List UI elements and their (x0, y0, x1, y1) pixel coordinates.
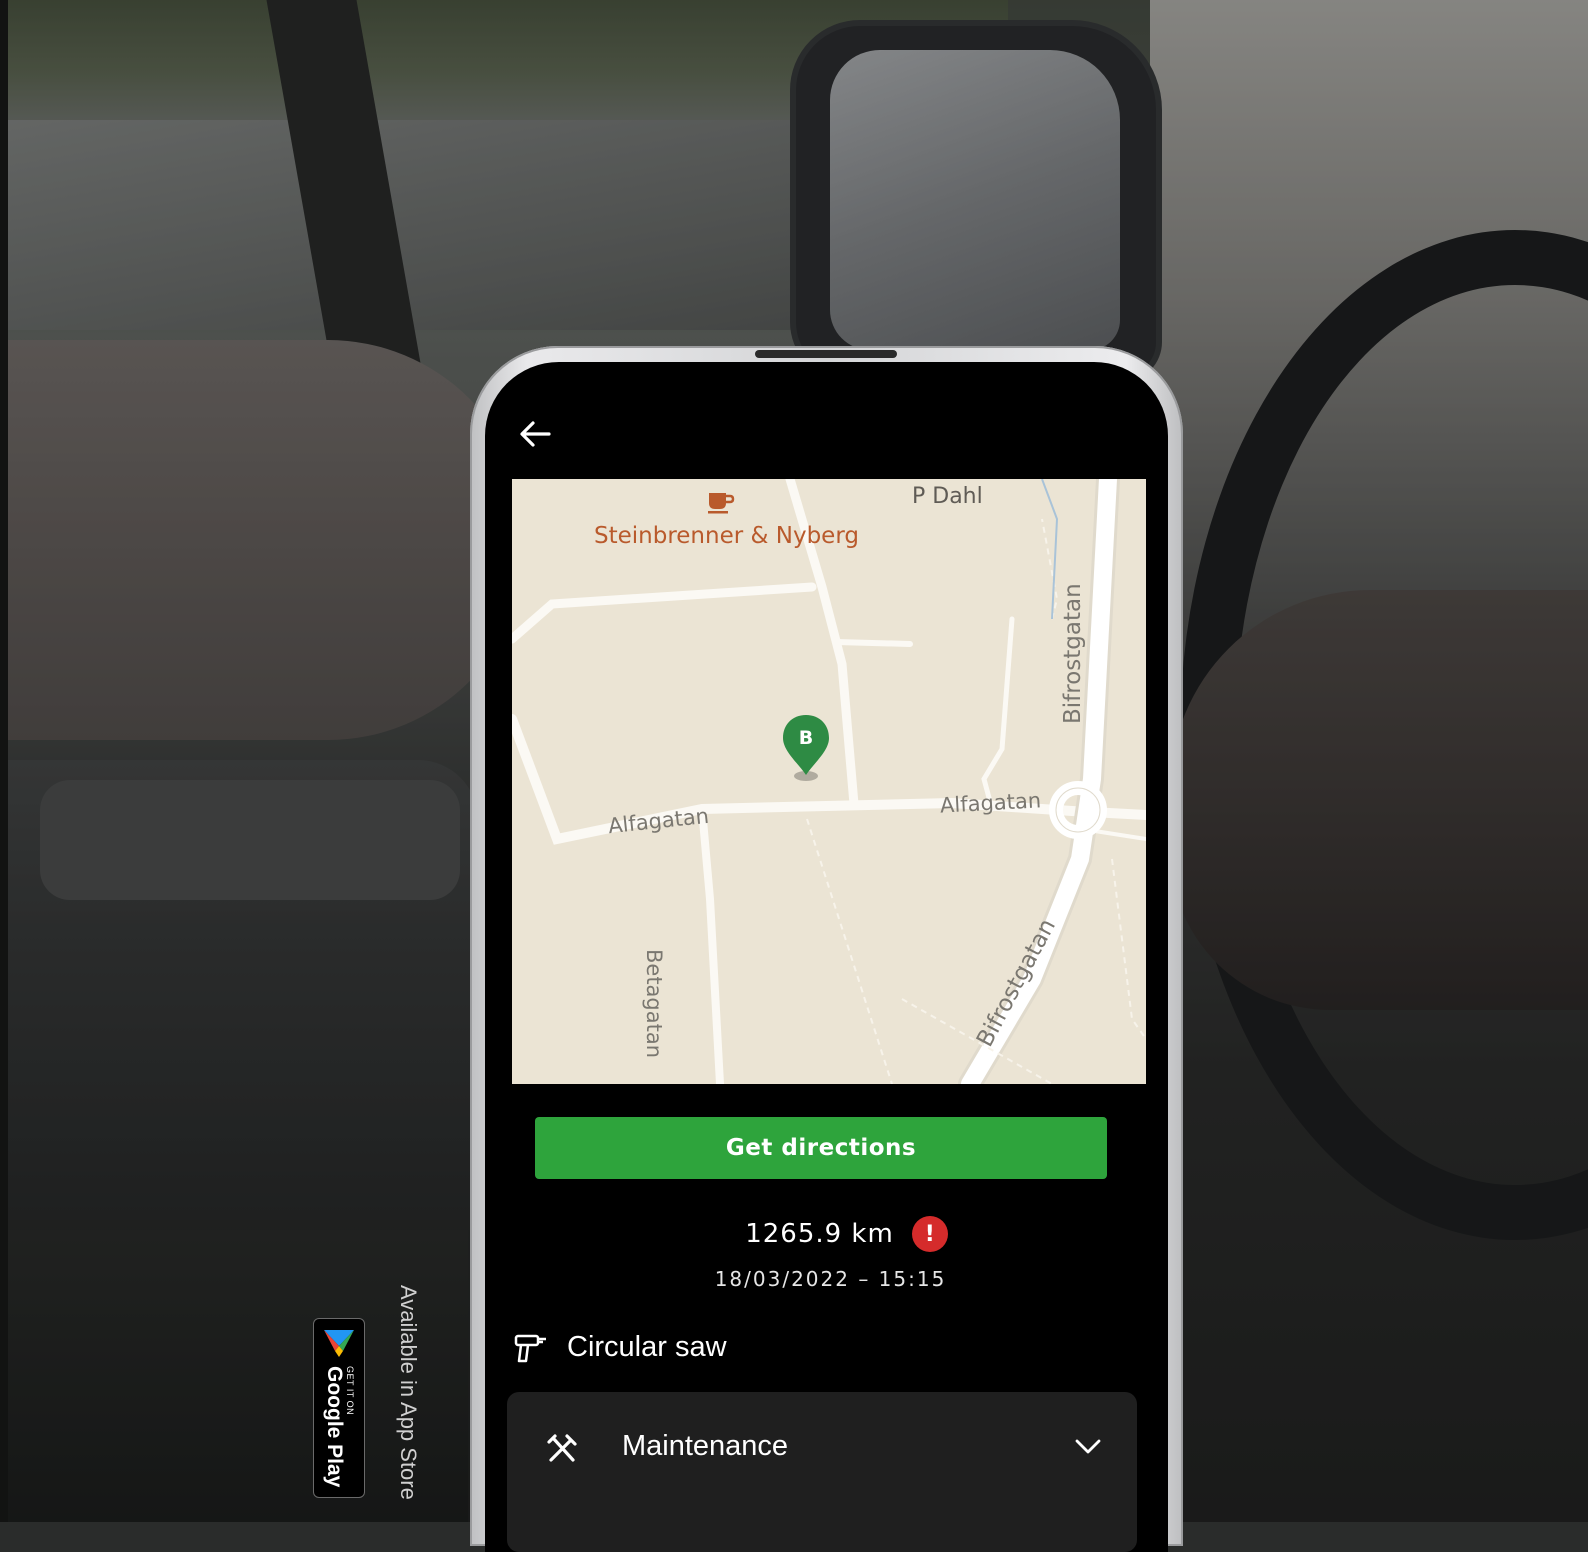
google-play-badge[interactable]: GET IT ON Google Play (313, 1318, 365, 1498)
place-label: P Dahl (912, 484, 983, 509)
poi-label[interactable]: Steinbrenner & Nyberg (594, 523, 859, 549)
phone-screen: Steinbrenner & Nyberg P Dahl Alfagatan A… (485, 362, 1168, 1552)
phone-frame: Steinbrenner & Nyberg P Dahl Alfagatan A… (470, 346, 1183, 1552)
distance-row: 1265.9 km ! (485, 1216, 1168, 1252)
street-label: Betagatan (642, 949, 666, 1059)
google-play-icon (324, 1330, 354, 1357)
app-store-link[interactable]: Available in App Store (395, 1285, 421, 1500)
google-play-big-text: Google Play (323, 1366, 346, 1488)
chevron-down-icon[interactable] (1073, 1436, 1103, 1458)
tool-header: Circular saw (513, 1330, 727, 1364)
warning-icon[interactable]: ! (911, 1216, 948, 1252)
coffee-cup-icon (708, 493, 735, 514)
phone-speaker (755, 350, 897, 358)
drill-icon (514, 1334, 546, 1363)
get-directions-button[interactable]: Get directions (535, 1117, 1107, 1179)
maintenance-section[interactable]: Maintenance (507, 1392, 1137, 1552)
last-seen-datetime: 18/03/2022 – 15:15 (714, 1267, 947, 1291)
maintenance-label: Maintenance (622, 1430, 789, 1462)
tools-icon (547, 1434, 577, 1462)
distance-value: 1265.9 km (745, 1219, 894, 1249)
tool-name: Circular saw (567, 1330, 727, 1363)
back-arrow-icon[interactable] (515, 414, 555, 454)
map-view[interactable]: Steinbrenner & Nyberg P Dahl Alfagatan A… (512, 479, 1146, 1084)
street-label: Bifrostgatan (1060, 583, 1086, 724)
google-play-small-text: GET IT ON (345, 1366, 355, 1416)
location-marker[interactable]: B (780, 713, 832, 783)
map-pin-icon: B (783, 715, 829, 781)
marker-letter: B (799, 727, 813, 749)
